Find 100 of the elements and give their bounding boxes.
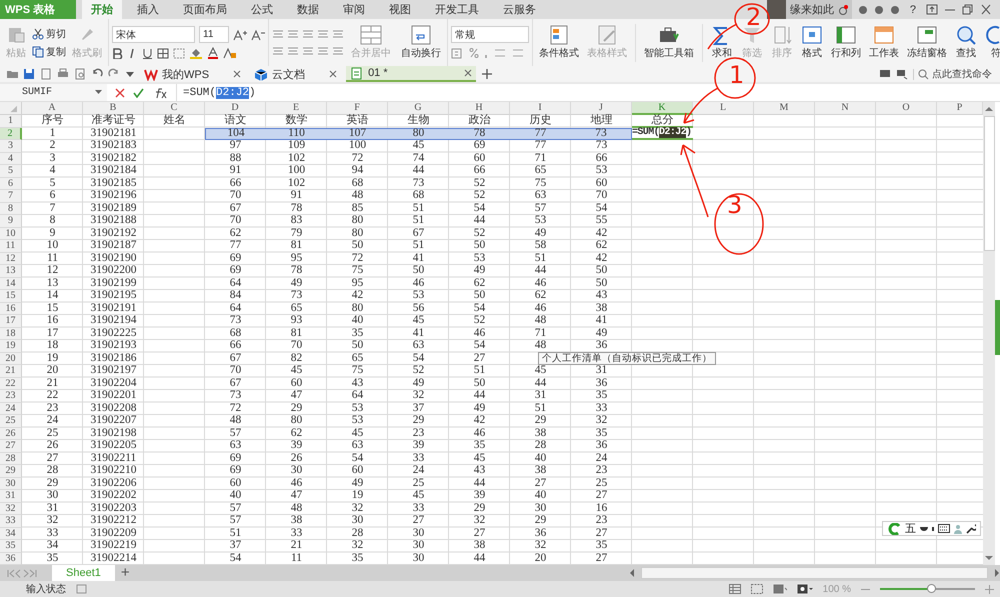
row-header[interactable]: 4 <box>0 152 22 165</box>
user-name[interactable]: 缘来如此 <box>790 2 834 17</box>
percent-icon[interactable] <box>469 47 479 59</box>
border-icon[interactable] <box>157 48 169 58</box>
row-header[interactable]: 27 <box>0 440 22 452</box>
row-header[interactable]: 2 <box>0 128 22 140</box>
align-icon[interactable] <box>302 46 314 56</box>
shrink-font-icon[interactable] <box>251 28 265 40</box>
pin-icon[interactable] <box>926 4 938 15</box>
column-header[interactable]: M <box>754 102 815 115</box>
row-header[interactable]: 24 <box>0 402 22 415</box>
vertical-scrollbar[interactable] <box>983 102 995 565</box>
row-header[interactable]: 28 <box>0 452 22 465</box>
row-header[interactable]: 18 <box>0 328 22 340</box>
worksheet-button[interactable]: 工作表 <box>866 25 902 60</box>
row-header[interactable]: 15 <box>0 290 22 302</box>
row-header[interactable]: 7 <box>0 190 22 202</box>
row-header[interactable]: 1 <box>0 115 22 128</box>
number-format-dropdown[interactable]: 常规 <box>451 26 529 43</box>
rows-columns-button[interactable]: 行和列 <box>828 25 864 60</box>
column-header[interactable]: D <box>205 102 266 115</box>
column-header[interactable]: K <box>632 102 693 115</box>
font-color-icon[interactable] <box>207 47 219 59</box>
circle-icon[interactable] <box>874 4 884 14</box>
row-header[interactable]: 8 <box>0 202 22 215</box>
row-header[interactable]: 33 <box>0 515 22 528</box>
column-header[interactable]: B <box>83 102 144 115</box>
format-button[interactable]: 格式 <box>798 25 826 60</box>
page-layout-view-icon[interactable] <box>772 584 787 594</box>
column-header[interactable]: G <box>388 102 449 115</box>
row-header[interactable]: 34 <box>0 528 22 540</box>
row-header[interactable]: 11 <box>0 240 22 252</box>
add-sheet-button[interactable]: + <box>120 566 130 580</box>
align-icon[interactable] <box>317 46 329 56</box>
slider-thumb[interactable] <box>927 584 936 593</box>
smart-toolbox-button[interactable]: 智能工具箱 <box>641 25 697 60</box>
row-header[interactable]: 19 <box>0 340 22 352</box>
document-icon[interactable] <box>40 68 52 80</box>
align-icon[interactable] <box>317 29 329 39</box>
row-header[interactable]: 9 <box>0 215 22 228</box>
clear-format-icon[interactable] <box>223 47 237 59</box>
column-header[interactable]: O <box>876 102 937 115</box>
row-header[interactable]: 20 <box>0 352 22 365</box>
fill-color-icon[interactable] <box>189 47 203 59</box>
save-icon[interactable] <box>23 68 35 80</box>
help-link[interactable]: ? <box>906 4 920 16</box>
flag-icon[interactable] <box>896 68 908 80</box>
row-header[interactable]: 10 <box>0 228 22 240</box>
font-size-dropdown[interactable]: 11 <box>199 26 229 43</box>
printer-icon[interactable] <box>57 68 69 80</box>
row-header[interactable]: 26 <box>0 428 22 440</box>
column-header[interactable]: N <box>815 102 876 115</box>
ribbon-tab[interactable]: 审阅 <box>334 0 374 19</box>
column-header[interactable]: C <box>144 102 205 115</box>
ribbon-tab[interactable]: 公式 <box>242 0 282 19</box>
conditional-format-button[interactable]: 条件格式 <box>536 25 582 60</box>
ribbon-tab[interactable]: 开发工具 <box>426 0 488 19</box>
zoom-in-icon[interactable] <box>985 584 994 594</box>
bell-icon[interactable] <box>838 4 848 14</box>
scissors-button[interactable]: 剪切 <box>32 26 66 40</box>
confirm-icon[interactable] <box>133 88 144 98</box>
decrease-decimal-icon[interactable] <box>511 47 525 59</box>
wrap-text-button[interactable]: 自动换行 <box>398 25 444 60</box>
column-header[interactable]: L <box>693 102 754 115</box>
column-header[interactable]: P <box>937 102 983 115</box>
ribbon-tab[interactable]: 云服务 <box>494 0 545 19</box>
reading-mode-icon[interactable] <box>796 584 813 594</box>
sheet-tab[interactable]: Sheet1 <box>52 565 115 581</box>
ribbon-tab[interactable]: 数据 <box>288 0 328 19</box>
row-header[interactable]: 3 <box>0 140 22 152</box>
column-header[interactable]: H <box>449 102 510 115</box>
chat-icon[interactable] <box>879 68 891 80</box>
right-arrow-icon[interactable] <box>994 569 1000 577</box>
plus-icon[interactable] <box>481 68 494 80</box>
column-header[interactable]: F <box>327 102 388 115</box>
row-header[interactable]: 25 <box>0 415 22 428</box>
column-header[interactable]: I <box>510 102 571 115</box>
input-method-toolbar[interactable]: 五 <box>882 521 981 536</box>
row-header[interactable]: 6 <box>0 178 22 190</box>
circle-icon[interactable] <box>858 4 868 14</box>
font-name-dropdown[interactable]: 宋体 <box>112 26 195 43</box>
column-header[interactable]: J <box>571 102 632 115</box>
row-header[interactable]: 32 <box>0 502 22 515</box>
side-panel-handle[interactable] <box>995 300 1000 355</box>
ribbon-tab[interactable]: 开始 <box>82 0 122 19</box>
command-search-field[interactable]: 点此查找命令 <box>913 68 994 80</box>
document-tab[interactable]: 我的WPS <box>140 66 246 82</box>
freeze-panes-button[interactable]: 冻结窗格 <box>904 25 950 60</box>
preview-icon[interactable] <box>74 68 86 80</box>
align-icon[interactable] <box>287 29 299 39</box>
row-header[interactable]: 22 <box>0 378 22 390</box>
macro-icon[interactable] <box>76 584 88 594</box>
row-header[interactable]: 14 <box>0 278 22 290</box>
table-border-icon[interactable] <box>173 48 185 58</box>
row-header[interactable]: 13 <box>0 265 22 278</box>
increase-decimal-icon[interactable] <box>493 47 507 59</box>
document-tab[interactable]: 云文档 <box>250 66 342 82</box>
name-box[interactable]: SUMIF <box>0 84 107 101</box>
row-header[interactable]: 29 <box>0 465 22 478</box>
bold-icon[interactable] <box>112 48 123 58</box>
